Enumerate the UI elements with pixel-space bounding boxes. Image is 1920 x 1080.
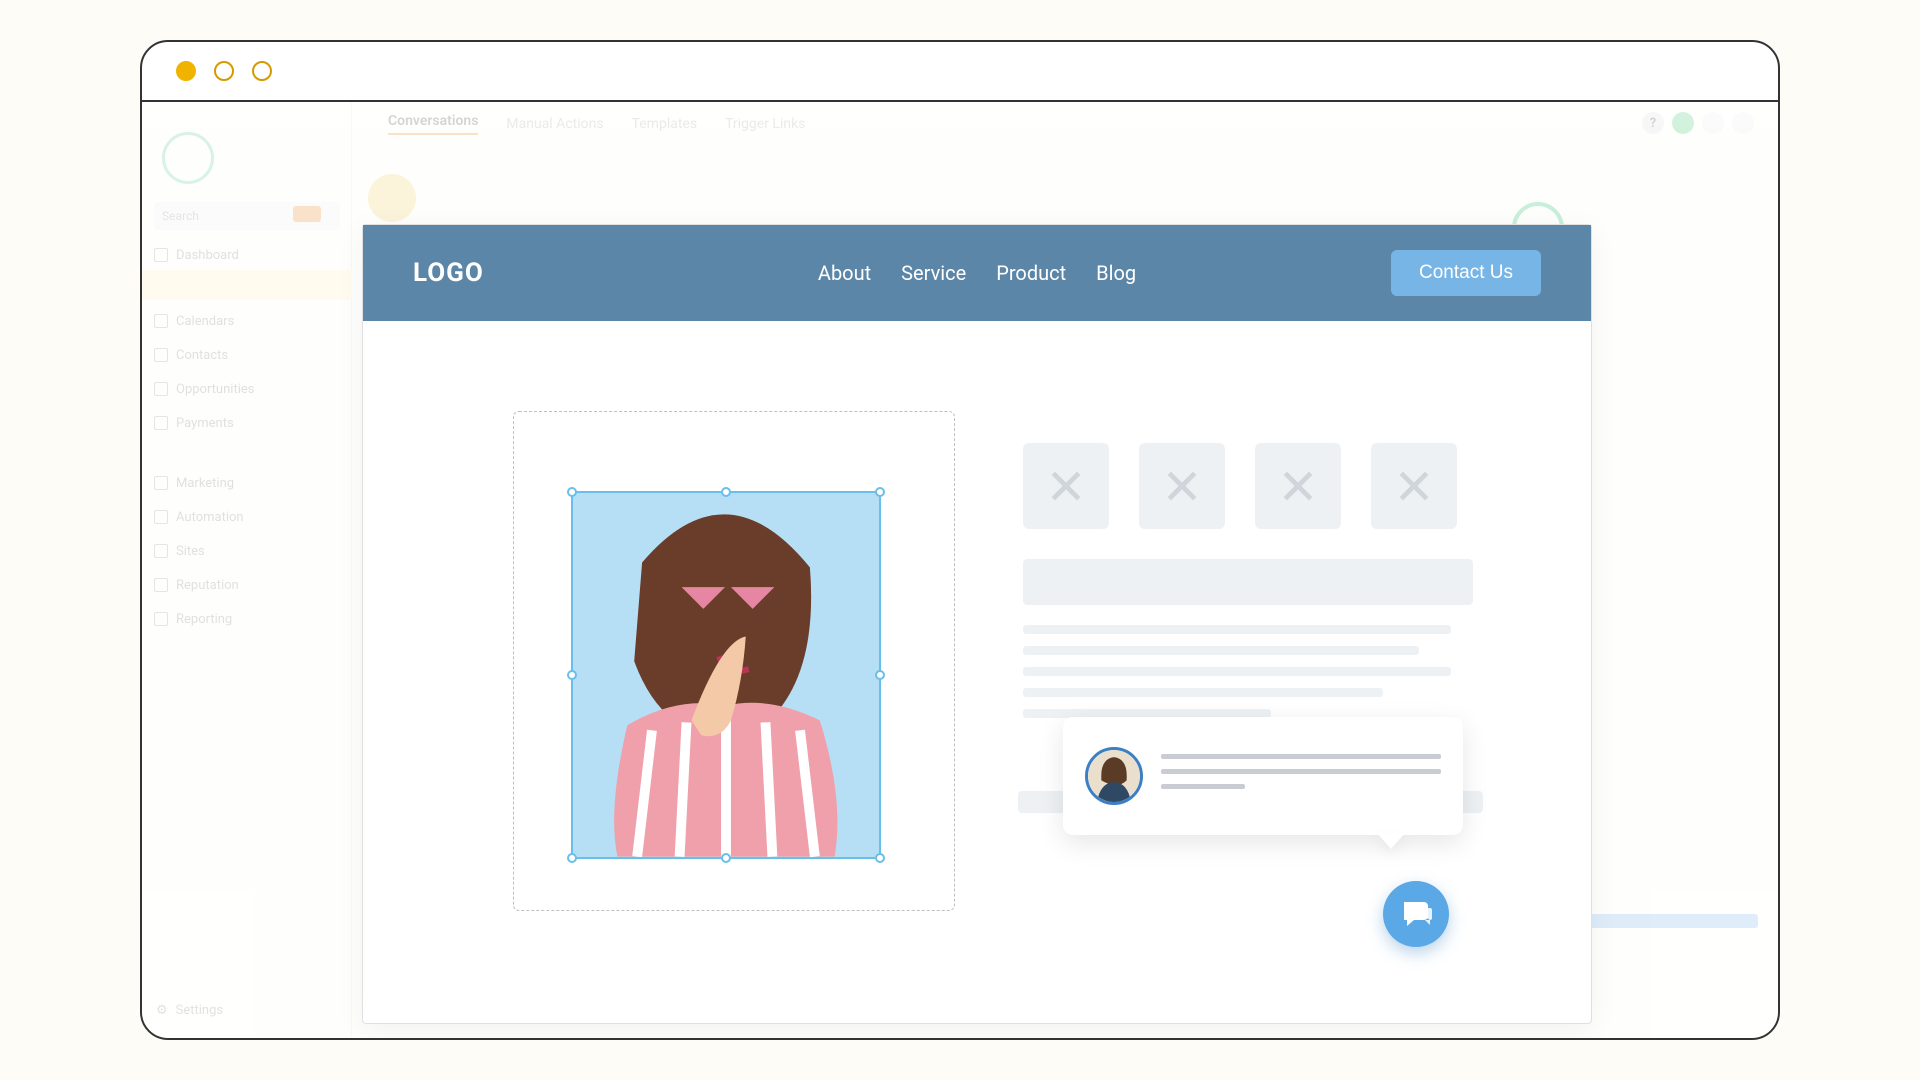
header-avatar-1[interactable]	[1702, 112, 1724, 134]
selected-image[interactable]	[571, 491, 881, 859]
search-count-badge	[293, 206, 321, 222]
resize-handle-tr[interactable]	[875, 487, 885, 497]
image-placeholder-icon[interactable]	[1255, 443, 1341, 529]
sidebar-item-payments[interactable]: Payments	[154, 410, 340, 436]
chat-fab-button[interactable]	[1383, 881, 1449, 947]
site-nav: About Service Product Blog	[818, 261, 1136, 285]
topnav-item-templates[interactable]: Templates	[632, 116, 698, 132]
resize-handle-br[interactable]	[875, 853, 885, 863]
chat-message-card[interactable]	[1063, 717, 1463, 835]
image-placeholder-icon[interactable]	[1139, 443, 1225, 529]
window-zoom-dot[interactable]	[252, 61, 272, 81]
sidebar-item-contacts[interactable]: Contacts	[154, 342, 340, 368]
resize-handle-mr[interactable]	[875, 670, 885, 680]
resize-handle-bl[interactable]	[567, 853, 577, 863]
browser-frame: Conversations Manual Actions Templates T…	[140, 40, 1780, 1040]
resize-handle-ml[interactable]	[567, 670, 577, 680]
text-placeholder	[1023, 646, 1419, 655]
background-topnav: Conversations Manual Actions Templates T…	[352, 102, 1778, 146]
person-illustration	[573, 493, 879, 857]
content-placeholder-column	[1023, 443, 1473, 730]
site-logo[interactable]: LOGO	[413, 258, 484, 288]
resize-handle-tm[interactable]	[721, 487, 731, 497]
chat-text-placeholder	[1161, 754, 1441, 799]
gear-icon: ⚙	[156, 1003, 168, 1018]
text-placeholder	[1023, 667, 1451, 676]
help-icon[interactable]: ?	[1642, 112, 1664, 134]
resize-handle-tl[interactable]	[567, 487, 577, 497]
nav-blog[interactable]: Blog	[1096, 261, 1136, 285]
status-dot-icon	[1672, 112, 1694, 134]
topnav-item-conversations[interactable]: Conversations	[388, 113, 478, 135]
speech-tail-icon	[1377, 833, 1405, 849]
header-avatar-2[interactable]	[1732, 112, 1754, 134]
text-placeholder	[1023, 688, 1383, 697]
workspace-avatar[interactable]	[162, 132, 214, 184]
sidebar-item-reputation[interactable]: Reputation	[154, 572, 340, 598]
website-builder-preview: LOGO About Service Product Blog Contact …	[362, 224, 1592, 1024]
text-placeholder	[1023, 625, 1451, 634]
nav-service[interactable]: Service	[901, 261, 966, 285]
window-minimize-dot[interactable]	[214, 61, 234, 81]
sidebar-item-active-highlight	[142, 270, 352, 300]
chat-icon	[1400, 898, 1432, 930]
chat-avatar	[1085, 747, 1143, 805]
nav-about[interactable]: About	[818, 261, 871, 285]
sidebar-item-sites[interactable]: Sites	[154, 538, 340, 564]
window-close-dot[interactable]	[176, 61, 196, 81]
background-sidebar: Search Dashboard Calendars Contacts Oppo…	[142, 102, 352, 1038]
sidebar-item-automation[interactable]: Automation	[154, 504, 340, 530]
topnav-item-manual-actions[interactable]: Manual Actions	[506, 116, 603, 132]
site-body	[363, 321, 1591, 1023]
contact-us-button[interactable]: Contact Us	[1391, 250, 1541, 296]
image-placeholder-icon[interactable]	[1023, 443, 1109, 529]
image-placeholder-icon[interactable]	[1371, 443, 1457, 529]
sidebar-item-dashboard[interactable]: Dashboard	[154, 242, 340, 268]
sidebar-item-calendars[interactable]: Calendars	[154, 308, 340, 334]
site-header: LOGO About Service Product Blog Contact …	[363, 225, 1591, 321]
topnav-item-trigger-links[interactable]: Trigger Links	[725, 116, 805, 132]
nav-product[interactable]: Product	[996, 261, 1066, 285]
sidebar-item-settings[interactable]: ⚙ Settings	[156, 1003, 223, 1018]
sidebar-item-marketing[interactable]: Marketing	[154, 470, 340, 496]
heading-placeholder	[1023, 559, 1473, 605]
browser-titlebar	[142, 42, 1778, 102]
sidebar-item-opportunities[interactable]: Opportunities	[154, 376, 340, 402]
resize-handle-bm[interactable]	[721, 853, 731, 863]
sidebar-item-reporting[interactable]: Reporting	[154, 606, 340, 632]
